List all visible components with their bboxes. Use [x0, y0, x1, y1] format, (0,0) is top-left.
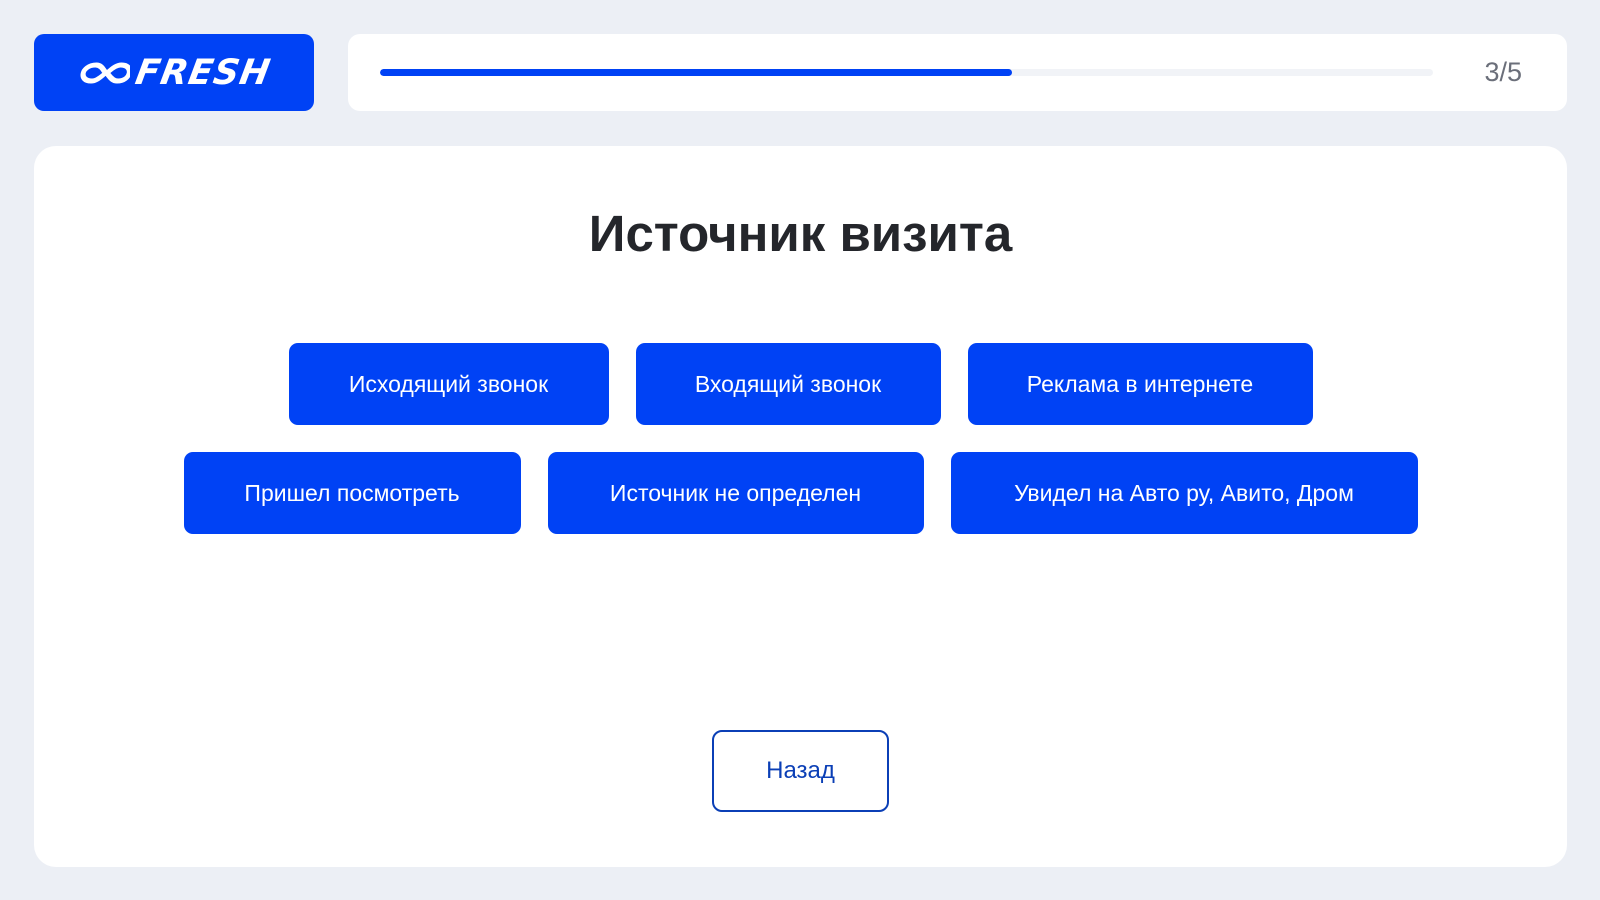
- page-title: Источник визита: [588, 205, 1013, 262]
- option-internet-ads-button[interactable]: Реклама в интернете: [967, 343, 1313, 425]
- back-button[interactable]: Назад: [712, 730, 889, 812]
- infinity-icon: [80, 62, 130, 83]
- options-row: Пришел посмотреть Источник не определен …: [34, 452, 1567, 534]
- option-source-unknown-button[interactable]: Источник не определен: [547, 452, 924, 534]
- option-outgoing-call-button[interactable]: Исходящий звонок: [288, 343, 609, 425]
- progress-bar: [380, 69, 1433, 76]
- main-card: Источник визита Исходящий звонок Входящи…: [34, 146, 1567, 867]
- option-classifieds-button[interactable]: Увидел на Авто ру, Авито, Дром: [950, 452, 1418, 534]
- progress-card: 3/5: [348, 34, 1567, 111]
- options-row: Исходящий звонок Входящий звонок Реклама…: [34, 343, 1567, 425]
- option-walk-in-button[interactable]: Пришел посмотреть: [183, 452, 521, 534]
- brand-name: FRESH: [132, 52, 274, 93]
- progress-fill: [380, 69, 1012, 76]
- step-counter: 3/5: [1484, 57, 1522, 87]
- brand-logo: FRESH: [34, 34, 314, 111]
- option-incoming-call-button[interactable]: Входящий звонок: [635, 343, 941, 425]
